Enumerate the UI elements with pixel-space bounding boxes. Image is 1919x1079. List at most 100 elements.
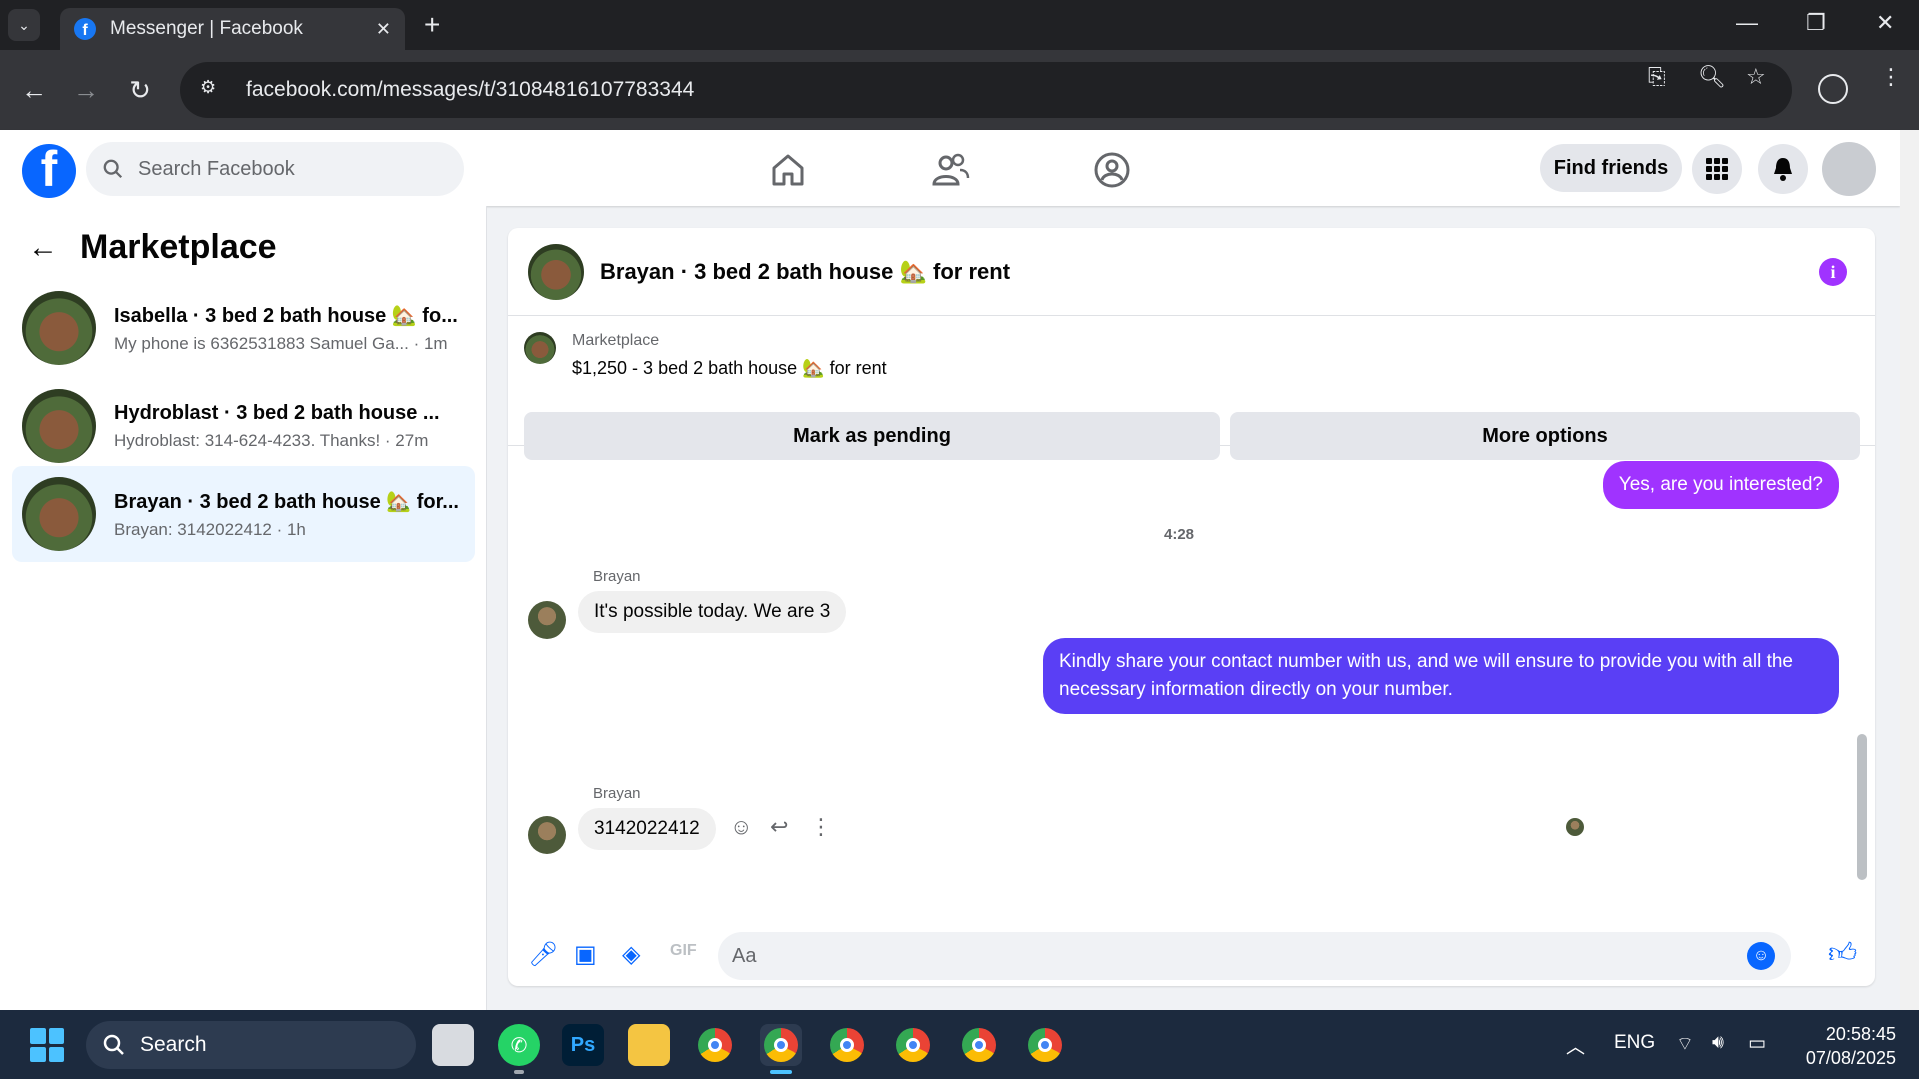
- conversation-preview: Brayan: 3142022412 · 1h: [114, 519, 306, 539]
- info-icon[interactable]: i: [1819, 258, 1847, 286]
- url-text: facebook.com/messages/t/3108481610778334…: [246, 78, 695, 101]
- message-input[interactable]: Aa ☺: [718, 932, 1791, 980]
- taskbar-search[interactable]: Search: [86, 1021, 416, 1069]
- minimize-button[interactable]: —: [1736, 10, 1758, 36]
- conversation-item-active[interactable]: Brayan · 3 bed 2 bath house 🏡 for... Bra…: [12, 466, 475, 562]
- chat-listing-thumbnail[interactable]: [528, 243, 584, 300]
- chrome-icon[interactable]: [826, 1024, 868, 1066]
- groups-icon[interactable]: [1092, 150, 1132, 190]
- search-placeholder: Search Facebook: [138, 157, 295, 180]
- windows-start-icon[interactable]: [30, 1028, 64, 1062]
- bookmark-star-icon[interactable]: ☆: [1746, 64, 1766, 90]
- sender-avatar[interactable]: [528, 816, 566, 854]
- sender-name: Brayan: [593, 785, 641, 802]
- message-composer: 🎤︎ ▣ ◈ GIF Aa ☺ 👍︎: [508, 918, 1875, 986]
- clock[interactable]: 20:58:45 07/08/2025: [1796, 1022, 1896, 1070]
- outgoing-message[interactable]: Yes, are you interested?: [1602, 461, 1839, 509]
- listing-mini-thumbnail[interactable]: [524, 332, 556, 364]
- outgoing-message[interactable]: Kindly share your contact number with us…: [1043, 638, 1839, 714]
- tab-title: Messenger | Facebook: [110, 18, 303, 39]
- chrome-icon[interactable]: [694, 1024, 736, 1066]
- chrome-icon[interactable]: [892, 1024, 934, 1066]
- chrome-icon[interactable]: [1024, 1024, 1066, 1066]
- language-indicator[interactable]: ENG: [1614, 1032, 1655, 1054]
- address-bar[interactable]: ⚙ facebook.com/messages/t/31084816107783…: [180, 62, 1792, 118]
- more-actions-icon[interactable]: ⋮: [810, 814, 832, 840]
- chat-panel: Brayan · 3 bed 2 bath house 🏡 for rent i…: [508, 228, 1875, 986]
- thumbs-up-icon[interactable]: 👍︎: [1828, 936, 1857, 970]
- reload-icon[interactable]: ↻: [122, 72, 158, 108]
- tab-list-button[interactable]: ⌄: [8, 9, 40, 41]
- chrome-icon-active[interactable]: [760, 1024, 802, 1066]
- clock-date: 07/08/2025: [1805, 1048, 1896, 1068]
- marketplace-sidebar: ← Marketplace Isabella · 3 bed 2 bath ho…: [0, 206, 487, 1010]
- gif-icon[interactable]: GIF: [670, 942, 697, 960]
- facebook-header: f Search Facebook Find friends: [0, 130, 1900, 206]
- reply-icon[interactable]: ↩: [770, 814, 788, 840]
- incoming-message[interactable]: It's possible today. We are 3: [578, 591, 847, 633]
- file-explorer-icon[interactable]: [628, 1024, 670, 1066]
- window-close-button[interactable]: ✕: [1876, 10, 1894, 36]
- task-view-icon[interactable]: [432, 1024, 474, 1066]
- whatsapp-icon[interactable]: ✆: [498, 1024, 540, 1066]
- listing-title[interactable]: $1,250 - 3 bed 2 bath house 🏡 for rent: [572, 358, 887, 379]
- facebook-logo-icon[interactable]: f: [22, 144, 76, 198]
- running-indicator: [514, 1070, 524, 1074]
- site-info-icon[interactable]: ⚙: [200, 77, 226, 103]
- sender-avatar[interactable]: [528, 601, 566, 639]
- conversation-name: Isabella · 3 bed 2 bath house 🏡 fo...: [114, 304, 458, 327]
- account-avatar[interactable]: [1822, 142, 1876, 196]
- search-icon: [103, 159, 123, 179]
- microphone-icon[interactable]: 🎤︎: [528, 940, 558, 969]
- notifications-bell-icon[interactable]: [1758, 144, 1808, 194]
- restore-button[interactable]: ❐: [1806, 10, 1826, 36]
- menu-kebab-icon[interactable]: ⋮: [1880, 64, 1902, 90]
- photoshop-icon[interactable]: Ps: [562, 1024, 604, 1066]
- page-scrollbar[interactable]: [1900, 130, 1919, 1010]
- find-friends-button[interactable]: Find friends: [1540, 144, 1682, 192]
- chat-title[interactable]: Brayan · 3 bed 2 bath house 🏡 for rent: [600, 259, 1010, 285]
- zoom-icon[interactable]: 🔍︎: [1698, 64, 1726, 90]
- sidebar-title: Marketplace: [80, 228, 277, 266]
- back-icon[interactable]: ←: [16, 72, 52, 108]
- battery-icon[interactable]: ▭: [1748, 1032, 1766, 1055]
- seen-receipt-avatar: [1566, 818, 1584, 836]
- wifi-icon[interactable]: ⌔: [1676, 1032, 1694, 1056]
- chrome-icon[interactable]: [958, 1024, 1000, 1066]
- browser-tab[interactable]: f Messenger | Facebook ✕: [60, 8, 405, 50]
- facebook-search-input[interactable]: Search Facebook: [86, 142, 464, 196]
- profile-icon[interactable]: [1818, 74, 1848, 104]
- chat-scrollbar-thumb[interactable]: [1857, 734, 1867, 880]
- menu-grid-icon[interactable]: [1692, 144, 1742, 194]
- conversation-preview: My phone is 6362531883 Samuel Ga... · 1m: [114, 333, 448, 353]
- listing-thumbnail: [22, 291, 96, 365]
- active-indicator: [770, 1070, 792, 1074]
- marketplace-listing-strip: Marketplace $1,250 - 3 bed 2 bath house …: [508, 316, 1875, 460]
- home-icon[interactable]: [768, 150, 808, 190]
- sender-name: Brayan: [593, 568, 641, 585]
- listing-thumbnail: [22, 389, 96, 463]
- sticker-icon[interactable]: ◈: [622, 940, 640, 969]
- conversation-item[interactable]: Hydroblast · 3 bed 2 bath house ... Hydr…: [12, 378, 475, 474]
- chat-header: Brayan · 3 bed 2 bath house 🏡 for rent i: [508, 228, 1875, 316]
- conversation-item[interactable]: Isabella · 3 bed 2 bath house 🏡 fo... My…: [12, 280, 475, 376]
- sidebar-header: ← Marketplace: [28, 228, 277, 267]
- friends-icon[interactable]: [930, 150, 970, 190]
- back-arrow-icon[interactable]: ←: [28, 231, 58, 265]
- photo-attach-icon[interactable]: ▣: [574, 940, 597, 969]
- composer-placeholder: Aa: [732, 944, 757, 967]
- install-app-icon[interactable]: ⎘: [1648, 64, 1666, 90]
- new-tab-button[interactable]: +: [424, 11, 440, 39]
- incoming-message[interactable]: 3142022412: [578, 808, 716, 850]
- forward-icon[interactable]: →: [68, 72, 104, 108]
- emoji-picker-icon[interactable]: ☺: [1747, 942, 1775, 970]
- close-tab-icon[interactable]: ✕: [376, 19, 391, 40]
- message-timestamp: 4:28: [1164, 526, 1195, 543]
- tray-chevron-icon[interactable]: ︿: [1566, 1032, 1585, 1059]
- search-icon: [103, 1034, 124, 1055]
- volume-icon[interactable]: 🔊︎: [1712, 1032, 1724, 1054]
- message-list: Yes, are you interested? 4:28 Brayan It'…: [508, 446, 1875, 906]
- conversation-name: Brayan · 3 bed 2 bath house 🏡 for...: [114, 490, 459, 513]
- facebook-favicon-icon: f: [74, 18, 96, 40]
- react-emoji-icon[interactable]: ☺: [730, 814, 752, 840]
